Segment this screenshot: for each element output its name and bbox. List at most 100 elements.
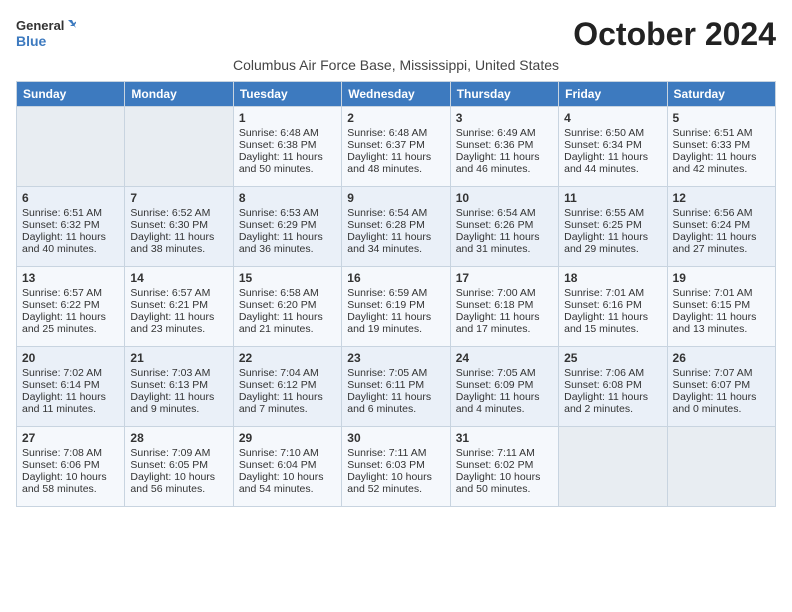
day-info: Sunset: 6:19 PM: [347, 299, 444, 311]
day-info: Sunset: 6:29 PM: [239, 219, 336, 231]
day-cell: 5Sunrise: 6:51 AMSunset: 6:33 PMDaylight…: [667, 107, 775, 187]
day-info: Daylight: 11 hours and 34 minutes.: [347, 231, 444, 255]
day-info: Sunrise: 6:54 AM: [347, 207, 444, 219]
day-info: Sunset: 6:25 PM: [564, 219, 661, 231]
day-info: Sunrise: 6:54 AM: [456, 207, 553, 219]
day-info: Daylight: 10 hours and 56 minutes.: [130, 471, 227, 495]
day-cell: 7Sunrise: 6:52 AMSunset: 6:30 PMDaylight…: [125, 187, 233, 267]
day-info: Daylight: 11 hours and 48 minutes.: [347, 151, 444, 175]
day-info: Sunset: 6:33 PM: [673, 139, 770, 151]
day-info: Daylight: 11 hours and 29 minutes.: [564, 231, 661, 255]
day-info: Sunrise: 7:02 AM: [22, 367, 119, 379]
svg-text:Blue: Blue: [16, 33, 47, 49]
day-number: 9: [347, 191, 444, 205]
day-info: Sunset: 6:18 PM: [456, 299, 553, 311]
day-info: Sunset: 6:05 PM: [130, 459, 227, 471]
svg-text:General: General: [16, 18, 64, 33]
calendar-table: SundayMondayTuesdayWednesdayThursdayFrid…: [16, 81, 776, 507]
subtitle: Columbus Air Force Base, Mississippi, Un…: [16, 57, 776, 73]
day-cell: 11Sunrise: 6:55 AMSunset: 6:25 PMDayligh…: [559, 187, 667, 267]
day-info: Sunrise: 6:57 AM: [22, 287, 119, 299]
header-cell-saturday: Saturday: [667, 82, 775, 107]
day-cell: 6Sunrise: 6:51 AMSunset: 6:32 PMDaylight…: [17, 187, 125, 267]
day-info: Sunset: 6:14 PM: [22, 379, 119, 391]
day-info: Daylight: 10 hours and 52 minutes.: [347, 471, 444, 495]
day-info: Sunset: 6:22 PM: [22, 299, 119, 311]
day-info: Sunset: 6:11 PM: [347, 379, 444, 391]
day-number: 2: [347, 111, 444, 125]
day-cell: 27Sunrise: 7:08 AMSunset: 6:06 PMDayligh…: [17, 427, 125, 507]
day-number: 26: [673, 351, 770, 365]
day-number: 5: [673, 111, 770, 125]
day-info: Sunset: 6:08 PM: [564, 379, 661, 391]
day-number: 16: [347, 271, 444, 285]
day-info: Sunrise: 6:52 AM: [130, 207, 227, 219]
day-info: Daylight: 10 hours and 58 minutes.: [22, 471, 119, 495]
title-block: October 2024: [573, 16, 776, 53]
day-info: Daylight: 11 hours and 44 minutes.: [564, 151, 661, 175]
day-info: Sunrise: 7:00 AM: [456, 287, 553, 299]
day-info: Sunrise: 7:05 AM: [347, 367, 444, 379]
day-info: Daylight: 11 hours and 13 minutes.: [673, 311, 770, 335]
day-info: Sunset: 6:07 PM: [673, 379, 770, 391]
day-info: Sunrise: 6:53 AM: [239, 207, 336, 219]
day-info: Sunrise: 6:57 AM: [130, 287, 227, 299]
day-cell: 13Sunrise: 6:57 AMSunset: 6:22 PMDayligh…: [17, 267, 125, 347]
day-info: Daylight: 11 hours and 31 minutes.: [456, 231, 553, 255]
day-number: 6: [22, 191, 119, 205]
week-row-2: 6Sunrise: 6:51 AMSunset: 6:32 PMDaylight…: [17, 187, 776, 267]
day-number: 31: [456, 431, 553, 445]
day-info: Daylight: 11 hours and 0 minutes.: [673, 391, 770, 415]
day-number: 4: [564, 111, 661, 125]
day-info: Sunrise: 7:06 AM: [564, 367, 661, 379]
day-cell: 30Sunrise: 7:11 AMSunset: 6:03 PMDayligh…: [342, 427, 450, 507]
day-info: Daylight: 11 hours and 7 minutes.: [239, 391, 336, 415]
day-info: Sunrise: 6:48 AM: [347, 127, 444, 139]
day-info: Sunrise: 6:50 AM: [564, 127, 661, 139]
day-info: Sunrise: 6:51 AM: [673, 127, 770, 139]
day-info: Daylight: 11 hours and 6 minutes.: [347, 391, 444, 415]
header-cell-thursday: Thursday: [450, 82, 558, 107]
day-info: Sunrise: 7:04 AM: [239, 367, 336, 379]
day-info: Daylight: 11 hours and 21 minutes.: [239, 311, 336, 335]
day-info: Sunrise: 6:58 AM: [239, 287, 336, 299]
day-cell: 31Sunrise: 7:11 AMSunset: 6:02 PMDayligh…: [450, 427, 558, 507]
day-number: 14: [130, 271, 227, 285]
day-cell: [559, 427, 667, 507]
calendar-header: SundayMondayTuesdayWednesdayThursdayFrid…: [17, 82, 776, 107]
day-info: Sunset: 6:20 PM: [239, 299, 336, 311]
day-cell: 20Sunrise: 7:02 AMSunset: 6:14 PMDayligh…: [17, 347, 125, 427]
day-info: Daylight: 11 hours and 11 minutes.: [22, 391, 119, 415]
day-info: Sunrise: 7:11 AM: [347, 447, 444, 459]
day-cell: 12Sunrise: 6:56 AMSunset: 6:24 PMDayligh…: [667, 187, 775, 267]
logo: General Blue: [16, 16, 76, 52]
day-cell: 14 Sunrise: 6:57 AMSunset: 6:21 PMDayligh…: [125, 267, 233, 347]
day-info: Sunset: 6:37 PM: [347, 139, 444, 151]
day-cell: 19Sunrise: 7:01 AMSunset: 6:15 PMDayligh…: [667, 267, 775, 347]
day-info: Daylight: 11 hours and 23 minutes.: [130, 311, 227, 335]
day-info: Sunset: 6:21 PM: [130, 299, 227, 311]
day-info: Daylight: 11 hours and 36 minutes.: [239, 231, 336, 255]
day-number: 24: [456, 351, 553, 365]
week-row-3: 13Sunrise: 6:57 AMSunset: 6:22 PMDayligh…: [17, 267, 776, 347]
day-number: 17: [456, 271, 553, 285]
day-cell: 8 Sunrise: 6:53 AMSunset: 6:29 PMDaylight…: [233, 187, 341, 267]
header-cell-sunday: Sunday: [17, 82, 125, 107]
day-cell: 16Sunrise: 6:59 AMSunset: 6:19 PMDayligh…: [342, 267, 450, 347]
day-info: Sunset: 6:28 PM: [347, 219, 444, 231]
header-cell-monday: Monday: [125, 82, 233, 107]
day-number: 29: [239, 431, 336, 445]
week-row-4: 20Sunrise: 7:02 AMSunset: 6:14 PMDayligh…: [17, 347, 776, 427]
day-cell: 10Sunrise: 6:54 AMSunset: 6:26 PMDayligh…: [450, 187, 558, 267]
day-number: 1: [239, 111, 336, 125]
day-info: Sunrise: 7:03 AM: [130, 367, 227, 379]
logo-icon: General Blue: [16, 16, 76, 52]
day-info: Daylight: 11 hours and 50 minutes.: [239, 151, 336, 175]
day-info: Sunset: 6:24 PM: [673, 219, 770, 231]
day-number: 18: [564, 271, 661, 285]
day-info: Sunset: 6:03 PM: [347, 459, 444, 471]
day-number: 8: [239, 191, 336, 205]
day-number: 23: [347, 351, 444, 365]
day-number: 19: [673, 271, 770, 285]
day-cell: 1Sunrise: 6:48 AMSunset: 6:38 PMDaylight…: [233, 107, 341, 187]
